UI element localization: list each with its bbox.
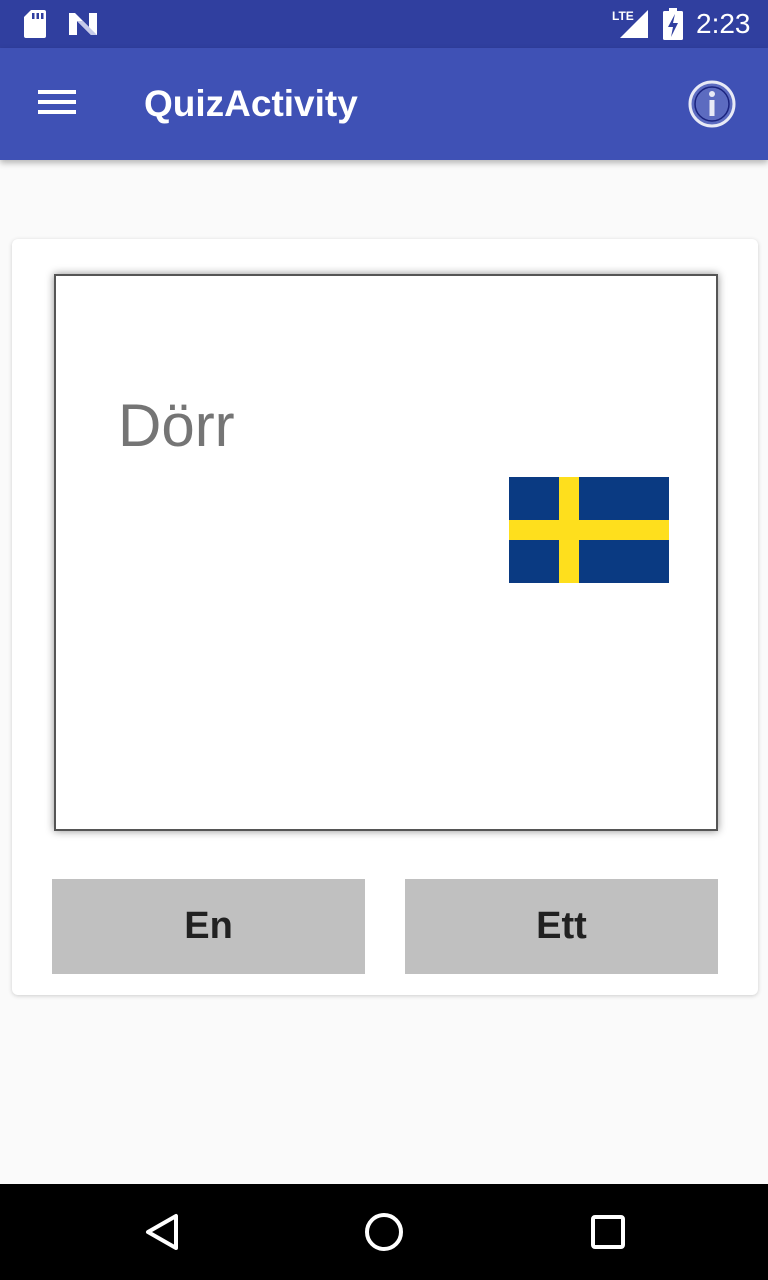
menu-button[interactable] xyxy=(22,68,90,136)
answer-ett-button[interactable]: Ett xyxy=(405,879,718,974)
swedish-flag-icon xyxy=(509,477,669,583)
status-bar: LTE 2:23 xyxy=(0,0,768,48)
battery-charging-icon xyxy=(663,8,683,40)
app-bar: QuizActivity xyxy=(0,48,768,160)
app-title: QuizActivity xyxy=(144,83,358,124)
n-notification-icon xyxy=(69,13,97,35)
home-icon[interactable] xyxy=(350,1198,418,1266)
sd-card-icon xyxy=(24,10,46,38)
svg-text:LTE: LTE xyxy=(612,9,634,23)
lte-signal-icon: LTE xyxy=(612,9,648,38)
quiz-card: Dörr En Ett xyxy=(12,239,758,995)
quiz-screen: LTE 2:23 QuizActivity Dörr En Ett xyxy=(0,0,768,1280)
quiz-word: Dörr xyxy=(118,392,235,459)
flashcard: Dörr xyxy=(54,274,718,831)
recents-icon[interactable] xyxy=(574,1198,642,1266)
info-icon[interactable] xyxy=(686,78,738,130)
status-clock: 2:23 xyxy=(696,8,751,39)
back-icon[interactable] xyxy=(126,1198,194,1266)
navigation-bar xyxy=(0,1184,768,1280)
answer-en-button[interactable]: En xyxy=(52,879,365,974)
